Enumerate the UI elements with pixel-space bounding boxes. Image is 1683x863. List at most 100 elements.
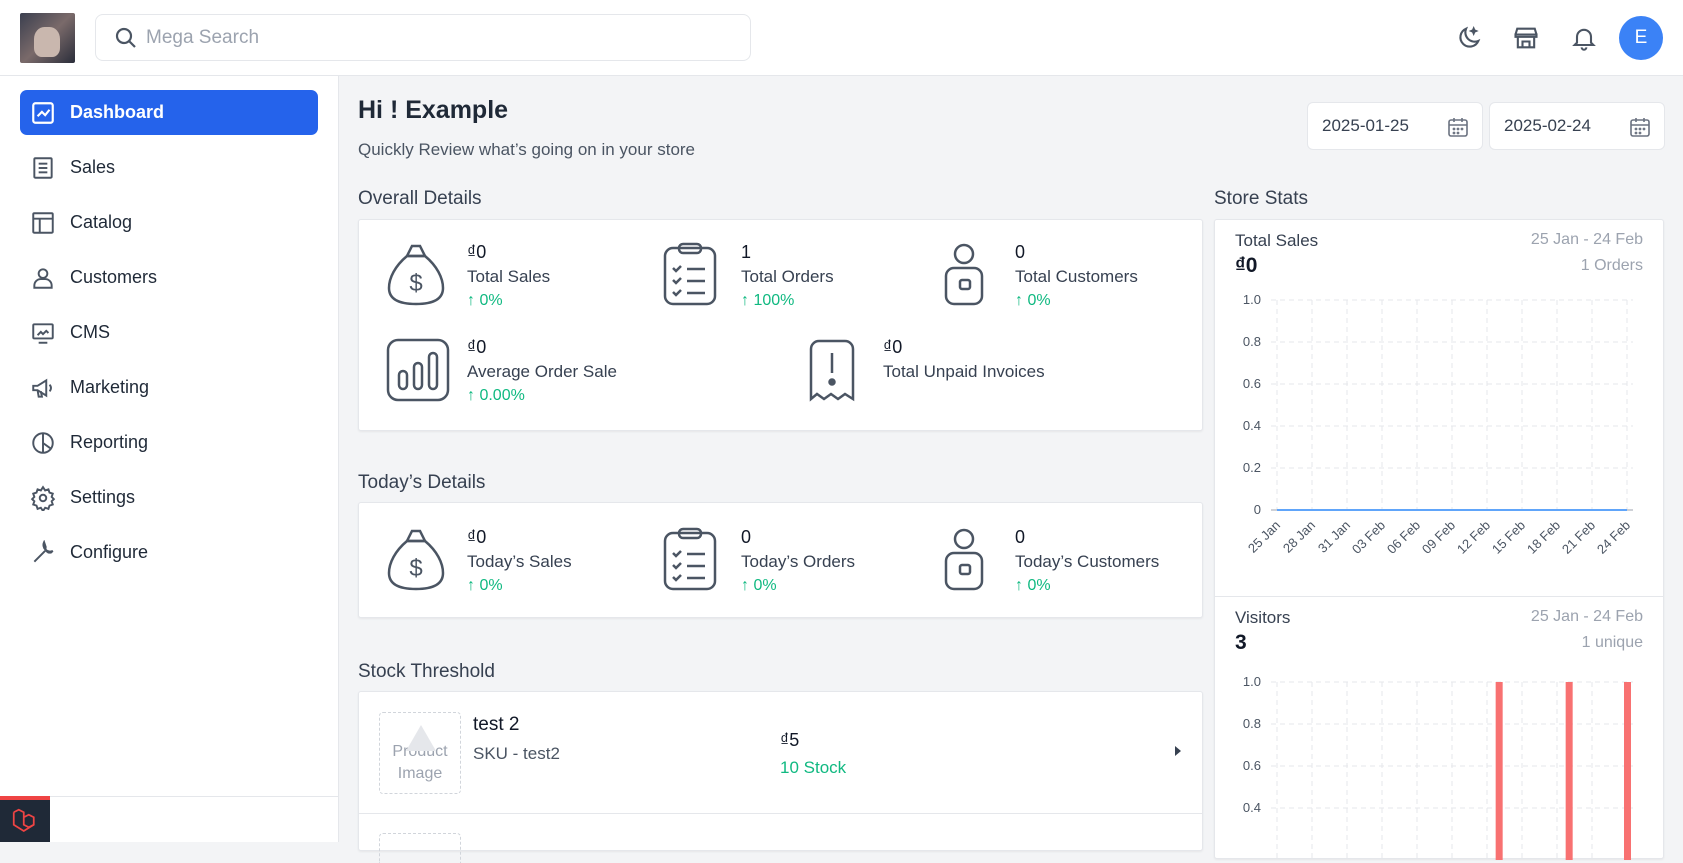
stat-change: ↑ 0% bbox=[467, 292, 503, 309]
search-input[interactable] bbox=[146, 23, 726, 53]
x-tick-label: 06 Feb bbox=[1384, 518, 1423, 557]
list-item[interactable]: Product Image test 2 SKU - test2 ₫5 10 S… bbox=[359, 692, 1202, 814]
invoice-alert-icon bbox=[809, 339, 855, 402]
customers-icon bbox=[33, 267, 53, 289]
x-tick-label: 31 Jan bbox=[1315, 518, 1353, 556]
svg-text:$: $ bbox=[409, 555, 422, 582]
laravel-logo bbox=[0, 796, 50, 842]
visitors-panel-range: 25 Jan - 24 Feb bbox=[1530, 608, 1643, 625]
stat-change: ↑ 0% bbox=[1015, 577, 1051, 594]
y-tick-label: 0.4 bbox=[1243, 418, 1261, 433]
stat-value: ₫0 bbox=[467, 527, 487, 547]
product-image-placeholder: Product Image bbox=[379, 712, 461, 794]
stat-value: 0 bbox=[741, 527, 752, 547]
bar-chart-icon bbox=[386, 338, 450, 402]
stat-value: ₫0 bbox=[883, 337, 903, 357]
page-subtitle: Quickly Review what’s going on in your s… bbox=[358, 140, 696, 159]
x-tick-label: 21 Feb bbox=[1559, 518, 1598, 557]
product-price: ₫5 bbox=[780, 730, 800, 750]
y-tick-label: 0.6 bbox=[1243, 758, 1261, 773]
sidebar-item-configure[interactable]: Configure bbox=[20, 530, 318, 575]
visitors-panel-unique: 1 unique bbox=[1581, 634, 1643, 651]
overall-details-title: Overall Details bbox=[358, 188, 482, 209]
sidebar-item-marketing[interactable]: Marketing bbox=[20, 365, 318, 410]
settings-icon bbox=[30, 484, 56, 511]
sidebar-item-label: Configure bbox=[70, 542, 149, 562]
y-tick-label: 0.8 bbox=[1243, 716, 1261, 731]
sidebar-item-label: Marketing bbox=[70, 377, 150, 397]
dashboard-icon bbox=[32, 101, 54, 124]
y-tick-label: 0.8 bbox=[1243, 334, 1261, 349]
visitor-bar bbox=[1624, 682, 1631, 860]
panel-divider bbox=[1215, 596, 1663, 597]
stat-value: 0 bbox=[1015, 527, 1026, 547]
sidebar-item-settings[interactable]: Settings bbox=[20, 475, 318, 520]
list-item[interactable] bbox=[359, 815, 1202, 863]
sidebar-item-label: Catalog bbox=[70, 212, 133, 232]
store-logo[interactable] bbox=[20, 13, 75, 63]
dark-mode-icon[interactable] bbox=[1455, 24, 1483, 52]
stat-label: Total Customers bbox=[1015, 267, 1138, 286]
search-bar[interactable] bbox=[95, 14, 751, 61]
chevron-right-icon[interactable] bbox=[1171, 744, 1185, 758]
today-details-title: Today’s Details bbox=[358, 472, 486, 493]
stat-value: 1 bbox=[741, 242, 752, 262]
sales-panel-title: Total Sales bbox=[1235, 231, 1319, 250]
stat-label: Average Order Sale bbox=[467, 362, 617, 381]
store-stats-title: Store Stats bbox=[1214, 188, 1308, 209]
stat-label: Today’s Sales bbox=[467, 552, 572, 571]
stat-change: ↑ 0.00% bbox=[467, 387, 525, 404]
visitors-panel-title: Visitors bbox=[1235, 608, 1291, 627]
date-from-input[interactable]: 2025-01-25 bbox=[1307, 102, 1483, 150]
x-tick-label: 12 Feb bbox=[1454, 518, 1493, 557]
sidebar-item-customers[interactable]: Customers bbox=[20, 255, 318, 300]
notification-bell-icon[interactable] bbox=[1570, 24, 1598, 52]
sidebar-item-label: CMS bbox=[70, 322, 110, 342]
stat-change: ↑ 100% bbox=[741, 292, 795, 309]
product-name[interactable]: test 2 bbox=[473, 714, 519, 736]
sales-panel-orders: 1 Orders bbox=[1580, 257, 1643, 274]
x-tick-label: 28 Jan bbox=[1280, 518, 1318, 556]
visitor-bar bbox=[1565, 682, 1573, 860]
sidebar-item-label: Sales bbox=[70, 157, 116, 177]
sales-panel-value: ₫0 bbox=[1235, 254, 1258, 277]
storefront-icon[interactable] bbox=[1512, 24, 1540, 52]
sidebar-item-dashboard[interactable]: Dashboard bbox=[20, 90, 318, 135]
sidebar-item-catalog[interactable]: Catalog bbox=[20, 200, 318, 245]
clipboard-icon bbox=[663, 527, 717, 591]
visitor-bar bbox=[1495, 682, 1503, 860]
stat-label: Today’s Orders bbox=[741, 552, 856, 571]
stat-value: ₫0 bbox=[467, 242, 487, 262]
sidebar-item-label: Reporting bbox=[70, 432, 149, 452]
stat-label: Total Orders bbox=[741, 267, 834, 286]
visitors-chart: 1.0 0.8 0.6 0.4 bbox=[1243, 674, 1633, 860]
date-to-input[interactable]: 2025-02-24 bbox=[1489, 102, 1665, 150]
y-tick-label: 1.0 bbox=[1243, 292, 1261, 307]
stat-change: ↑ 0% bbox=[741, 577, 777, 594]
marketing-icon bbox=[32, 378, 52, 398]
date-from-value: 2025-01-25 bbox=[1322, 116, 1409, 135]
x-tick-label: 18 Feb bbox=[1524, 518, 1563, 557]
sidebar-collapse-bar[interactable] bbox=[0, 796, 339, 842]
sales-icon bbox=[33, 156, 53, 179]
calendar-icon[interactable] bbox=[1446, 115, 1470, 139]
today-details-card: $ ₫0 Today’s Sales ↑ 0% 0 Today’s Orders… bbox=[358, 502, 1203, 618]
sidebar-item-reporting[interactable]: Reporting bbox=[20, 420, 318, 465]
stat-value: ₫0 bbox=[467, 337, 487, 357]
stat-value: 0 bbox=[1015, 242, 1026, 262]
money-bag-icon: $ bbox=[387, 529, 445, 591]
x-tick-label: 24 Feb bbox=[1594, 518, 1633, 557]
sidebar-item-sales[interactable]: Sales bbox=[20, 145, 318, 190]
visitors-panel-value: 3 bbox=[1235, 631, 1247, 654]
sidebar-item-cms[interactable]: CMS bbox=[20, 310, 318, 355]
sidebar-item-label: Customers bbox=[70, 267, 158, 287]
calendar-icon[interactable] bbox=[1628, 115, 1652, 139]
search-icon bbox=[115, 27, 136, 48]
user-avatar[interactable]: E bbox=[1619, 16, 1663, 60]
clipboard-icon bbox=[663, 242, 717, 306]
overall-details-card: $ ₫0 Total Sales ↑ 0% 1 Total Orders ↑ 1… bbox=[358, 219, 1203, 431]
sales-panel-range: 25 Jan - 24 Feb bbox=[1530, 231, 1643, 248]
stat-label: Total Unpaid Invoices bbox=[883, 362, 1045, 381]
stat-label: Total Sales bbox=[467, 267, 551, 286]
sidebar: Dashboard Sales Catalog Customers CMS Ma… bbox=[0, 76, 339, 842]
